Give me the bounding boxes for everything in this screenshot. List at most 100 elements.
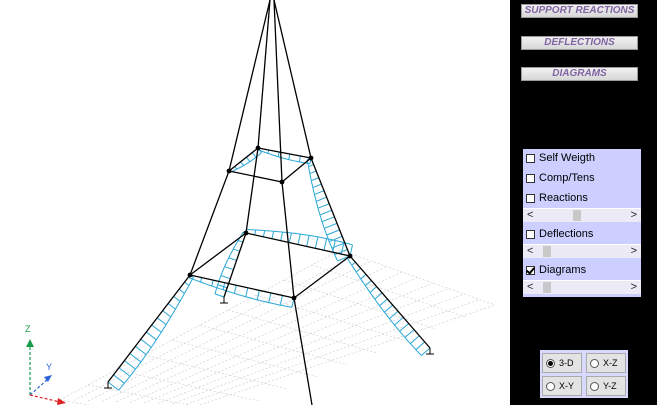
diagram-hatch [384,304,393,313]
diagram-hatch [240,161,244,166]
member-line [189,170,230,276]
display-options: Self Weigth Comp/Tens Reactions < > Defl… [523,149,641,297]
self-weight-checkbox[interactable] [526,153,535,163]
diagram-hatch [379,298,388,307]
diagrams-option[interactable]: Diagrams [526,262,586,278]
z-axis-label: Z [25,324,31,334]
node [226,168,232,174]
member-line [257,0,271,149]
diagram-hatch [167,303,176,310]
deflections-checkbox[interactable] [526,229,535,239]
deflections-button[interactable]: DEFLECTIONS [521,36,638,50]
grid-line [171,339,319,378]
member-line [228,170,283,183]
diagram-hatch [254,229,257,236]
member-line [189,274,295,299]
diagram-hatch [262,230,266,237]
view-xy-option[interactable]: X-Y [542,376,582,396]
scroll-thumb[interactable] [543,246,551,257]
view-xz-option[interactable]: X-Z [586,353,626,373]
reactions-checkbox[interactable] [526,193,535,203]
diagram-hatch [316,196,327,202]
diagram-hatch [360,274,367,280]
diagram-hatch [288,153,291,160]
node [308,155,314,161]
diagram-outline [118,277,194,391]
member-line [223,232,247,298]
diagrams-checkbox[interactable] [526,265,535,275]
diagrams-button[interactable]: DIAGRAMS [521,67,638,81]
support-reactions-button[interactable]: SUPPORT REACTIONS [521,4,638,18]
diagram-hatch [319,209,332,216]
grid-line [73,255,356,401]
comp-tens-checkbox[interactable] [526,173,535,183]
scroll-left-arrow[interactable]: < [527,209,533,222]
diagram-hatch [118,367,131,377]
view-yz-option[interactable]: Y-Z [586,376,626,396]
diagram-hatch [224,266,234,271]
view-xz-radio[interactable] [590,358,599,368]
diagram-hatch [140,338,152,348]
diagram-hatch [211,280,214,287]
diagram-hatch [217,284,228,289]
diagram-hatch [184,281,190,286]
view-xy-radio[interactable] [546,381,555,391]
diagram-hatch [314,190,325,195]
scroll-thumb[interactable] [573,210,581,221]
diagram-hatch [256,290,260,300]
scroll-left-arrow[interactable]: < [527,281,533,294]
diagram-hatch [311,177,319,182]
3d-viewport[interactable]: Z Y [0,0,510,405]
diagram-hatch [326,229,340,236]
diagram-hatch [314,236,319,249]
self-weight-option[interactable]: Self Weigth [526,150,595,166]
diagram-hatch [277,151,280,157]
diagram-hatch [374,292,383,300]
diagram-hatch [156,317,167,326]
deflections-option[interactable]: Deflections [526,226,593,242]
diagram-hatch [214,293,225,298]
grid-line [283,279,437,330]
diagram-hatch [228,257,237,261]
view-3d-option[interactable]: 3-D [542,353,582,373]
diagrams-scale-scrollbar[interactable]: < > [523,280,641,294]
scroll-left-arrow[interactable]: < [527,245,533,258]
y-axis-line [29,378,49,396]
comp-tens-option[interactable]: Comp/Tens [526,170,595,186]
deflections-scale-scrollbar[interactable]: < > [523,244,641,258]
diagram-hatch [280,231,284,241]
diagram-hatch [394,316,404,326]
diagram-hatch [145,331,157,341]
support-symbols [104,297,434,389]
diagram-hatch [107,381,119,391]
diagram-outline [346,258,422,356]
diagram-hatch [389,310,399,320]
reactions-option[interactable]: Reactions [526,190,588,206]
node [279,179,285,185]
grid-line [157,288,449,404]
diagram-hatch [297,234,301,245]
view-3d-radio[interactable] [546,358,555,368]
reactions-scale-scrollbar[interactable]: < > [523,208,641,222]
structure-members [107,0,431,405]
diagram-hatch [135,345,147,356]
diagram-hatch [246,156,251,162]
scroll-thumb[interactable] [543,282,551,293]
scroll-right-arrow[interactable]: > [631,209,637,222]
scroll-right-arrow[interactable]: > [631,245,637,258]
x-axis-line [29,394,61,403]
control-panel: SUPPORT REACTIONS DEFLECTIONS DIAGRAMS S… [510,0,657,405]
diagram-hatch [271,231,275,239]
diagram-hatch [124,360,136,370]
scroll-right-arrow[interactable]: > [631,281,637,294]
diagram-hatch [245,287,249,297]
diagram-hatch [233,285,237,294]
view-xy-label: X-Y [559,381,575,391]
diagram-hatch [323,238,328,251]
view-yz-radio[interactable] [590,381,599,391]
grid-line [185,299,480,405]
node [347,253,353,259]
member-line [293,255,351,299]
diagram-hatch [298,155,301,162]
reactions-label: Reactions [539,192,588,204]
